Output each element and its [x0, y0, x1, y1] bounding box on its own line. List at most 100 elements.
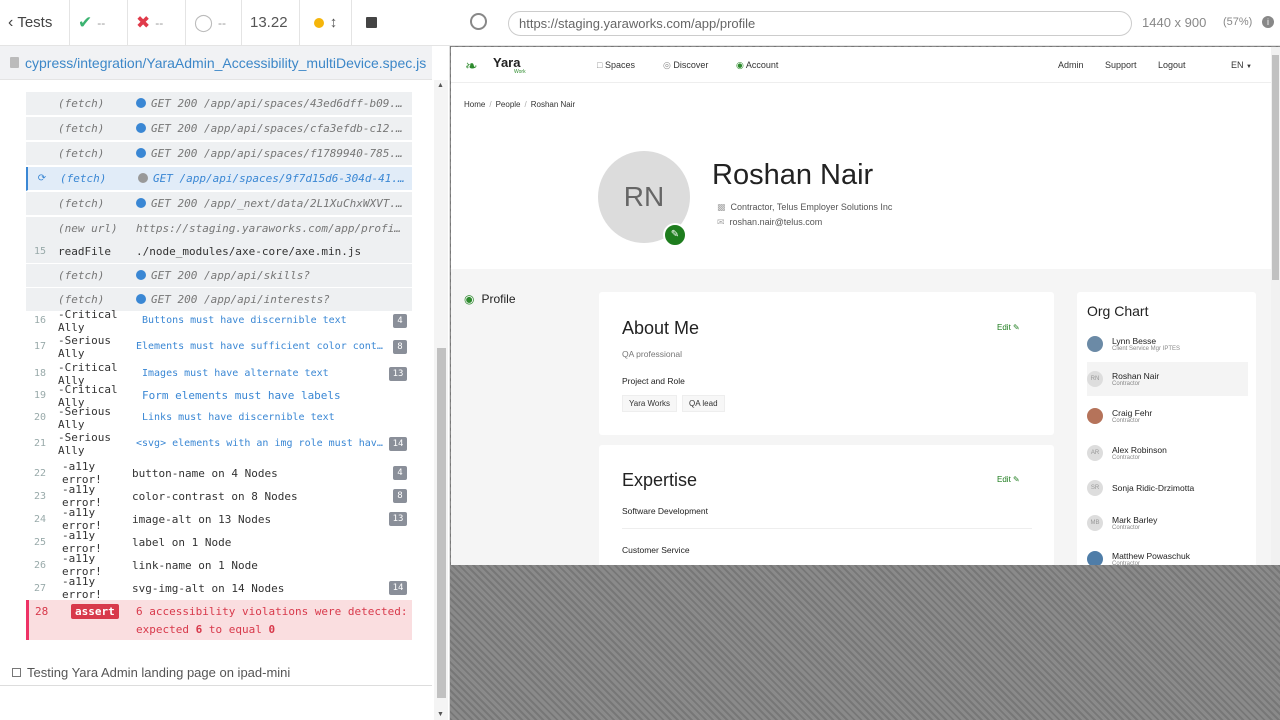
chevron-left-icon: ‹: [8, 13, 14, 31]
pending-count: ◯ --: [186, 0, 242, 46]
breadcrumb-home[interactable]: Home: [464, 100, 485, 109]
org-person[interactable]: Matthew Powaschuk Contractor: [1087, 542, 1247, 565]
command-row[interactable]: (new url) https://staging.yaraworks.com/a…: [26, 217, 412, 241]
about-edit-button[interactable]: Edit ✎: [997, 323, 1020, 332]
error-row[interactable]: 23 -a11y error! color-contrast on 8 Nodes 8: [26, 483, 412, 509]
command-name: readFile: [58, 245, 111, 258]
error-row[interactable]: 26 -a11y error! link-name on 1 Node: [26, 552, 412, 578]
violation-impact: -Serious Ally: [58, 404, 111, 431]
person-role: Contractor: [1112, 418, 1141, 424]
person-name: Roshan Nair: [1112, 371, 1160, 381]
nav-spaces[interactable]: □ Spaces: [597, 60, 635, 70]
expertise-title: Expertise: [622, 470, 698, 490]
org-person-current[interactable]: RN Roshan Nair Contractor: [1087, 362, 1248, 396]
profile-header: Home / People / Roshan Nair RN ✎ Roshan Nair…: [451, 83, 1271, 269]
url-field[interactable]: https://staging.yaraworks.com/app/profil…: [508, 11, 1132, 36]
brand-name[interactable]: Yara: [493, 55, 520, 70]
count-badge: 13: [389, 512, 407, 526]
violation-row[interactable]: 17 -Serious Ally Elements must have suffic…: [26, 332, 412, 362]
error-row[interactable]: 27 -a11y error! svg-img-alt on 14 Nodes 14: [26, 575, 412, 601]
nav-logout[interactable]: Logout: [1158, 60, 1186, 70]
error-row[interactable]: 22 -a11y error! button-name on 4 Nodes 4: [26, 460, 412, 486]
building-icon: ▩: [717, 202, 726, 212]
command-msg: GET 200 /app/api/spaces/43ed6dff-b09...: [136, 97, 412, 110]
count-badge: 14: [389, 436, 407, 451]
expertise-item: Customer Service: [622, 545, 690, 555]
expertise-card: Expertise Edit ✎ Software Development Cu…: [599, 445, 1054, 565]
row-num: 17: [33, 341, 47, 352]
failed-count: ✖ --: [128, 0, 186, 46]
error-row[interactable]: 25 -a11y error! label on 1 Node: [26, 529, 412, 555]
tag: Yara Works: [622, 395, 678, 412]
error-row[interactable]: 24 -a11y error! image-alt on 13 Nodes 13: [26, 506, 412, 532]
discover-icon: ◎: [663, 60, 671, 70]
status-dot-icon: [136, 198, 146, 208]
org-person[interactable]: SR Sonja Ridic-Drzimotta: [1087, 471, 1247, 505]
spinner-icon: ⟳: [37, 173, 47, 184]
command-row[interactable]: (fetch) GET 200 /app/api/spaces/f1789940-…: [26, 142, 412, 166]
next-test-row[interactable]: Testing Yara Admin landing page on ipad-…: [0, 660, 432, 686]
mail-icon: ✉: [717, 217, 725, 227]
status-dot-icon: [136, 270, 146, 280]
person-name: Craig Fehr: [1112, 408, 1153, 418]
scroll-thumb[interactable]: [437, 348, 446, 698]
assert-expected-label: expected: [136, 623, 189, 636]
edit-icon: ✎: [670, 229, 680, 240]
stop-button[interactable]: [352, 0, 390, 46]
auto-scroll-toggle[interactable]: ↕: [300, 0, 352, 46]
command-row[interactable]: (fetch) GET 200 /app/api/spaces/cfa3efdb-…: [26, 117, 412, 141]
violation-impact: -Critical Ally: [58, 307, 118, 334]
org-person[interactable]: Lynn Besse Client Service Mgr IPTES: [1087, 327, 1247, 361]
person-role: Contractor: [1112, 561, 1141, 565]
runner-panel: ‹ Tests ✔ -- ✖ -- ◯ -- 13.22 ↕ cypress/i…: [0, 0, 450, 720]
command-name: (fetch): [58, 197, 105, 210]
org-person[interactable]: AR Alex Robinson Contractor: [1087, 436, 1247, 470]
violation-message: Links must have discernible text: [142, 412, 335, 423]
violation-impact: -Serious Ally: [58, 430, 111, 457]
person-name: Sonja Ridic-Drzimotta: [1112, 483, 1195, 493]
brand-sub: Work: [514, 69, 526, 75]
command-row[interactable]: (fetch) GET 200 /app/api/skills?: [26, 264, 412, 288]
status-dot-icon: [136, 123, 146, 133]
error-message: color-contrast on 8 Nodes: [132, 489, 298, 503]
command-row-pending[interactable]: ⟳ (fetch) GET /app/api/spaces/9f7d15d6-304…: [26, 167, 412, 191]
back-to-tests-button[interactable]: ‹ Tests: [0, 0, 70, 46]
language-select[interactable]: EN ▼: [1231, 60, 1252, 70]
assert-to-equal: to equal: [208, 623, 262, 636]
person-name: Matthew Powaschuk: [1112, 551, 1190, 561]
org-person[interactable]: Craig Fehr Contractor: [1087, 399, 1247, 433]
expertise-edit-button[interactable]: Edit ✎: [997, 475, 1020, 484]
profile-company: ▩ Contractor, Telus Employer Solutions In…: [717, 202, 892, 213]
violation-row[interactable]: 20 -Serious Ally Links must have discernib…: [26, 404, 412, 431]
app-scroll-thumb[interactable]: [1272, 55, 1279, 280]
nav-discover[interactable]: ◎ Discover: [663, 60, 708, 71]
row-num: 15: [33, 246, 47, 257]
tag-list: Yara Works QA lead: [622, 393, 730, 412]
person-role: Contractor: [1112, 455, 1141, 461]
row-num: 27: [33, 582, 47, 594]
nav-account[interactable]: ◉ Account: [736, 60, 778, 71]
nav-admin[interactable]: Admin: [1058, 60, 1084, 70]
selector-playground-icon[interactable]: [470, 13, 487, 30]
breadcrumb-people[interactable]: People: [496, 100, 521, 109]
file-icon: [10, 57, 19, 68]
violation-row[interactable]: 16 -Critical Ally Buttons must have discer…: [26, 307, 412, 334]
command-row[interactable]: (fetch) GET 200 /app/_next/data/2L1XuChxW…: [26, 192, 412, 216]
app-scrollbar[interactable]: [1271, 47, 1280, 565]
command-row[interactable]: 15 readFile ./node_modules/axe-core/axe.mi…: [26, 240, 412, 264]
expertise-item: Software Development: [622, 506, 1032, 529]
avatar: SR: [1087, 480, 1103, 496]
edit-avatar-button[interactable]: ✎: [663, 223, 687, 247]
side-nav-profile[interactable]: ◉ Profile: [464, 292, 516, 306]
org-person[interactable]: MB Mark Barley Contractor: [1087, 506, 1247, 540]
count-badge: 8: [393, 489, 407, 503]
command-row[interactable]: (fetch) GET 200 /app/api/spaces/43ed6dff-…: [26, 92, 412, 116]
assert-detail: expected 6 to equal 0: [136, 623, 275, 636]
nav-support[interactable]: Support: [1105, 60, 1137, 70]
spec-file-bar[interactable]: cypress/integration/YaraAdmin_Accessibil…: [0, 46, 432, 80]
violation-row[interactable]: 21 -Serious Ally <svg> elements with an im…: [26, 429, 412, 459]
yara-leaf-icon[interactable]: ❧: [465, 57, 478, 75]
assert-row[interactable]: 28 assert 6 accessibility violations wer…: [26, 600, 412, 640]
info-icon[interactable]: i: [1262, 16, 1274, 28]
profile-icon: ◉: [464, 292, 475, 306]
